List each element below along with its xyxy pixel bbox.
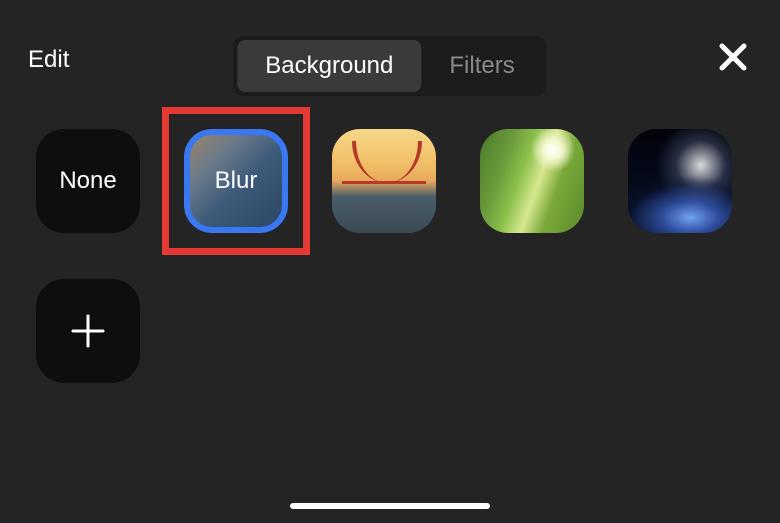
background-options-row2 (0, 233, 780, 383)
plus-icon (69, 312, 107, 350)
header: Edit Background Filters (0, 0, 780, 99)
option-none[interactable]: None (36, 129, 140, 233)
option-add-wrap (36, 279, 140, 383)
option-blur-label: Blur (215, 167, 258, 195)
option-blur[interactable]: Blur (184, 129, 288, 233)
bridge-preview (332, 129, 436, 233)
close-button[interactable] (714, 38, 752, 81)
option-grass[interactable] (480, 129, 584, 233)
edit-button[interactable]: Edit (28, 46, 69, 74)
add-background-button[interactable] (36, 279, 140, 383)
option-bridge[interactable] (332, 129, 436, 233)
tab-background[interactable]: Background (237, 40, 421, 92)
earth-preview (628, 129, 732, 233)
tabs: Background Filters (233, 36, 546, 96)
background-options: None Blur (0, 99, 780, 233)
option-none-wrap: None (36, 129, 140, 233)
option-earth[interactable] (628, 129, 732, 233)
option-blur-wrap: Blur (184, 129, 288, 233)
grass-preview (480, 129, 584, 233)
option-bridge-wrap (332, 129, 436, 233)
option-grass-wrap (480, 129, 584, 233)
option-none-label: None (59, 167, 116, 195)
tab-filters[interactable]: Filters (421, 40, 542, 92)
home-indicator[interactable] (290, 503, 490, 509)
option-earth-wrap (628, 129, 732, 233)
close-icon (718, 42, 748, 72)
